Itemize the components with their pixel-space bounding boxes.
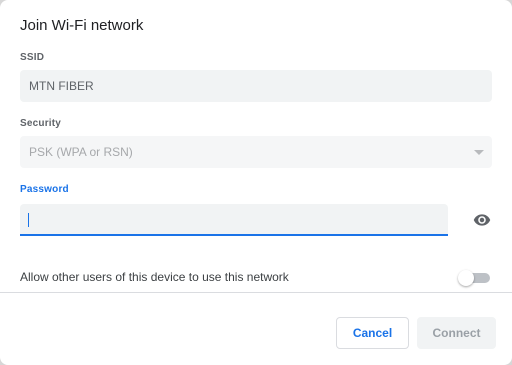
- eye-icon[interactable]: [472, 211, 492, 229]
- toggle-knob: [458, 270, 474, 286]
- cancel-button[interactable]: Cancel: [336, 317, 409, 349]
- security-select[interactable]: PSK (WPA or RSN): [20, 136, 492, 168]
- security-select-value: PSK (WPA or RSN): [29, 145, 133, 159]
- password-field[interactable]: [20, 204, 448, 236]
- share-network-label: Allow other users of this device to use …: [20, 270, 289, 284]
- security-label: Security: [20, 118, 62, 129]
- password-label: Password: [20, 184, 69, 195]
- footer-divider: [0, 292, 512, 293]
- chevron-down-icon: [474, 150, 484, 155]
- share-network-toggle[interactable]: [458, 270, 490, 286]
- ssid-label: SSID: [20, 52, 45, 63]
- ssid-field[interactable]: MTN FIBER: [20, 70, 492, 102]
- text-caret: [28, 213, 29, 227]
- join-wifi-dialog: Join Wi-Fi network SSID MTN FIBER Securi…: [0, 0, 512, 365]
- connect-button[interactable]: Connect: [417, 317, 496, 349]
- dialog-title: Join Wi-Fi network: [20, 17, 144, 34]
